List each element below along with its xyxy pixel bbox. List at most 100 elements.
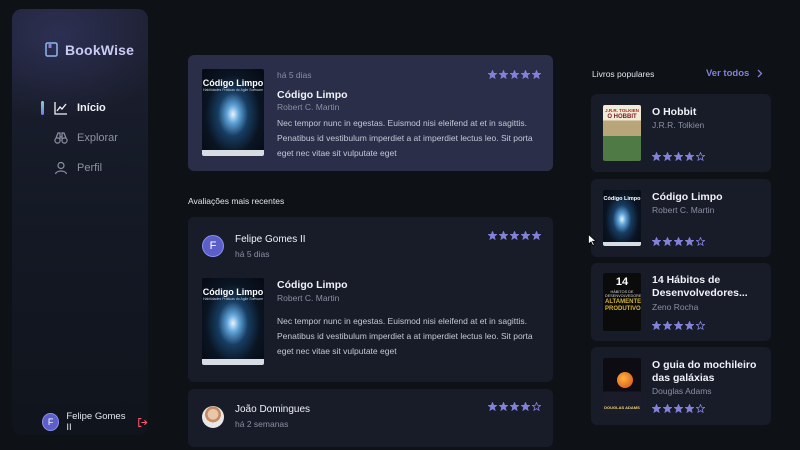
star-filled-icon bbox=[685, 152, 694, 161]
rating-stars bbox=[652, 321, 705, 330]
star-filled-icon bbox=[685, 404, 694, 413]
star-empty-icon bbox=[696, 404, 705, 413]
app-name: BookWise bbox=[65, 42, 135, 58]
star-filled-icon bbox=[521, 231, 530, 240]
cover-author: J.R.R. TOLKIEN bbox=[605, 108, 639, 113]
star-filled-icon bbox=[521, 402, 530, 411]
cover-author: DOUGLAS ADAMS bbox=[604, 405, 640, 410]
rating-stars bbox=[652, 152, 705, 161]
chart-line-icon bbox=[54, 102, 67, 115]
mouse-pointer-icon bbox=[588, 234, 597, 246]
user-name: Felipe Gomes II bbox=[66, 411, 126, 433]
popular-book-card[interactable]: J.R.R. TOLKIEN O HOBBIT O Hobbit J.R.R. … bbox=[591, 94, 771, 172]
book-logo-icon bbox=[45, 42, 58, 57]
star-filled-icon bbox=[663, 152, 672, 161]
book-cover: Código Limpo bbox=[603, 190, 641, 246]
review-card[interactable]: F Felipe Gomes II há 5 dias Código Limpo… bbox=[188, 217, 553, 382]
popular-book-card[interactable]: Código Limpo Código Limpo Robert C. Mart… bbox=[591, 179, 771, 257]
star-filled-icon bbox=[685, 237, 694, 246]
star-filled-icon bbox=[652, 152, 661, 161]
popular-book-card[interactable]: 14 HÁBITOS DE DESENVOLVEDORES ALTAMENTE … bbox=[591, 263, 771, 341]
book-author: Zeno Rocha bbox=[652, 302, 699, 312]
book-title: 14 Hábitos de Desenvolvedores... bbox=[652, 274, 748, 299]
star-filled-icon bbox=[685, 321, 694, 330]
nav-label: Explorar bbox=[77, 132, 118, 144]
nav-label: Perfil bbox=[77, 162, 103, 174]
book-cover: DOUGLAS ADAMS bbox=[603, 358, 641, 414]
book-cover: 14 HÁBITOS DE DESENVOLVEDORES ALTAMENTE … bbox=[603, 273, 641, 331]
star-filled-icon bbox=[674, 237, 683, 246]
cover-subtitle: Habilidades Práticas do Agile Software bbox=[202, 88, 264, 92]
cover-title: Código Limpo bbox=[202, 287, 264, 297]
cover-footer bbox=[202, 150, 264, 156]
cover-title: O HOBBIT bbox=[607, 114, 637, 120]
star-filled-icon bbox=[510, 70, 519, 79]
book-title: Código Limpo bbox=[277, 89, 348, 101]
book-author: Robert C. Martin bbox=[277, 102, 340, 112]
avatar[interactable] bbox=[202, 406, 224, 428]
nav-item-perfil[interactable]: Perfil bbox=[54, 161, 102, 175]
star-filled-icon bbox=[488, 70, 497, 79]
see-all-link[interactable]: Ver todos bbox=[706, 68, 764, 79]
user-icon bbox=[54, 161, 68, 175]
star-filled-icon bbox=[674, 404, 683, 413]
logout-icon[interactable] bbox=[137, 417, 148, 428]
binoculars-icon bbox=[54, 132, 68, 144]
review-time: há 5 dias bbox=[235, 249, 270, 259]
rating-stars bbox=[488, 70, 541, 79]
app-logo[interactable]: BookWise bbox=[45, 42, 134, 58]
cover-footer bbox=[202, 359, 264, 365]
sidebar-user: F Felipe Gomes II bbox=[42, 411, 148, 433]
star-filled-icon bbox=[521, 70, 530, 79]
book-author: Douglas Adams bbox=[652, 386, 712, 396]
popular-books-heading: Livros populares bbox=[592, 69, 655, 79]
cover-footer bbox=[603, 242, 641, 246]
book-cover: Código Limpo Habilidades Práticas do Agi… bbox=[202, 69, 264, 156]
star-filled-icon bbox=[674, 152, 683, 161]
star-filled-icon bbox=[499, 70, 508, 79]
reviewer-name[interactable]: João Domingues bbox=[235, 404, 310, 415]
star-filled-icon bbox=[674, 321, 683, 330]
cover-number: 14 bbox=[615, 276, 629, 288]
last-read-card[interactable]: Código Limpo Habilidades Práticas do Agi… bbox=[188, 55, 553, 171]
star-filled-icon bbox=[652, 321, 661, 330]
review-time: há 5 dias bbox=[277, 70, 312, 80]
review-description: Nec tempor nunc in egestas. Euismod nisi… bbox=[277, 316, 533, 356]
popular-book-card[interactable]: DOUGLAS ADAMS O guia do mochileiro das g… bbox=[591, 347, 771, 425]
avatar[interactable]: F bbox=[42, 413, 60, 431]
reviewer-name[interactable]: Felipe Gomes II bbox=[235, 234, 306, 245]
star-filled-icon bbox=[532, 231, 541, 240]
cover-subtitle: HÁBITOS DE DESENVOLVEDORES bbox=[605, 290, 641, 298]
star-filled-icon bbox=[652, 404, 661, 413]
cover-title: Código Limpo bbox=[603, 196, 641, 202]
review-time: há 2 semanas bbox=[235, 419, 289, 429]
star-empty-icon bbox=[696, 237, 705, 246]
sidebar: BookWise Início Explorar Perfil F Felipe… bbox=[12, 9, 148, 435]
star-filled-icon bbox=[488, 231, 497, 240]
book-title: Código Limpo bbox=[652, 191, 723, 203]
active-nav-indicator bbox=[41, 101, 44, 115]
star-filled-icon bbox=[488, 402, 497, 411]
review-description: Nec tempor nunc in egestas. Euismod nisi… bbox=[277, 118, 533, 158]
star-filled-icon bbox=[499, 402, 508, 411]
nav-item-explorar[interactable]: Explorar bbox=[54, 131, 118, 145]
star-filled-icon bbox=[499, 231, 508, 240]
star-empty-icon bbox=[532, 402, 541, 411]
book-cover[interactable]: Código Limpo Habilidades Práticas do Agi… bbox=[202, 278, 264, 365]
book-title: Código Limpo bbox=[277, 279, 348, 291]
book-author: Robert C. Martin bbox=[277, 293, 340, 303]
rating-stars bbox=[488, 402, 541, 411]
cover-subtitle: Habilidades Práticas do Agile Software bbox=[202, 297, 264, 301]
review-card[interactable]: João Domingues há 2 semanas bbox=[188, 389, 553, 447]
nav-item-inicio[interactable]: Início bbox=[54, 101, 106, 115]
star-filled-icon bbox=[532, 70, 541, 79]
book-author: Robert C. Martin bbox=[652, 205, 715, 215]
rating-stars bbox=[652, 237, 705, 246]
star-filled-icon bbox=[510, 402, 519, 411]
book-title: O guia do mochileiro das galáxias bbox=[652, 359, 757, 384]
star-filled-icon bbox=[510, 231, 519, 240]
cover-title: ALTAMENTE PRODUTIVOS bbox=[605, 299, 641, 312]
book-cover: J.R.R. TOLKIEN O HOBBIT bbox=[603, 105, 641, 161]
avatar[interactable]: F bbox=[202, 235, 224, 257]
recent-reviews-heading: Avaliações mais recentes bbox=[188, 196, 285, 206]
